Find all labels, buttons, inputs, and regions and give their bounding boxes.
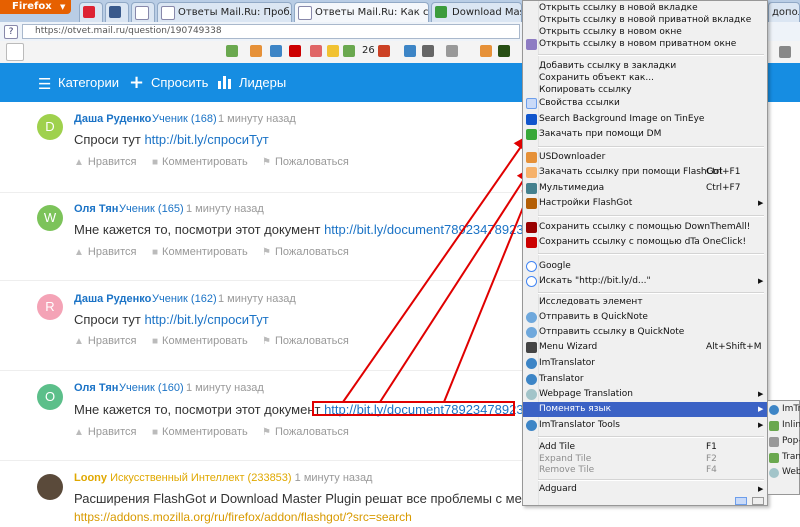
menu-webpage-translation[interactable]: Webpage Translation ▶ xyxy=(523,387,767,402)
menu-inspect-element[interactable]: Исследовать элемент xyxy=(523,295,767,310)
menu-multimedia[interactable]: Мультимедиа Ctrl+F7 xyxy=(523,181,767,196)
chevron-right-icon: ▶ xyxy=(758,277,764,285)
menu-translator[interactable]: Translator xyxy=(523,372,767,387)
properties-icon xyxy=(526,98,537,109)
menu-flashgot-settings[interactable]: Настройки FlashGot ▶ xyxy=(523,196,767,211)
menu-dta-oneclick[interactable]: Сохранить ссылку с помощью dTa OneClick! xyxy=(523,235,767,250)
search-icon xyxy=(526,276,537,287)
menu-separator xyxy=(538,215,764,217)
imtranslator-tools-icon xyxy=(526,420,537,431)
menu-menu-wizard[interactable]: Menu Wizard Alt+Shift+M xyxy=(523,340,767,355)
arrow-to-dm xyxy=(342,134,530,403)
chevron-right-icon: ▶ xyxy=(758,199,764,207)
menu-remove-tile: Remove Tile F4 xyxy=(539,465,717,475)
download-master-icon xyxy=(526,129,537,140)
menu-imtranslator-tools[interactable]: ImTranslator Tools ▶ xyxy=(523,418,767,433)
inline-icon xyxy=(769,421,779,431)
chevron-right-icon: ▶ xyxy=(758,405,764,413)
dta-oneclick-icon xyxy=(526,237,537,248)
multimedia-icon xyxy=(526,183,537,194)
menu-flashgot-link[interactable]: Закачать ссылку при помощи FlashGot Ctrl+… xyxy=(523,165,767,180)
menu-separator xyxy=(538,146,764,148)
private-window-icon xyxy=(526,39,537,50)
menu-send-link-quicknote[interactable]: Отправить ссылку в QuickNote xyxy=(523,325,767,340)
downthemall-icon xyxy=(526,222,537,233)
popup-icon xyxy=(769,437,779,447)
chevron-right-icon: ▶ xyxy=(758,421,764,429)
submenu-item[interactable]: Web xyxy=(768,465,800,480)
submenu-item[interactable]: Pop- xyxy=(768,434,800,449)
menu-layout-icon[interactable] xyxy=(735,497,747,505)
google-icon xyxy=(526,261,537,272)
submenu-item[interactable]: Inline xyxy=(768,418,800,433)
menu-layout-icon[interactable] xyxy=(752,497,764,505)
menu-link-properties[interactable]: Свойства ссылки xyxy=(523,96,767,111)
menu-adguard[interactable]: Adguard ▶ xyxy=(523,482,767,497)
menu-downthemall[interactable]: Сохранить ссылку с помощью DownThemAll! xyxy=(523,220,767,235)
menu-separator xyxy=(538,253,764,255)
menu-imtranslator[interactable]: ImTranslator xyxy=(523,356,767,371)
menu-google[interactable]: Google xyxy=(523,259,767,274)
submenu-item[interactable]: ImTr xyxy=(768,402,800,417)
menu-separator xyxy=(538,54,764,56)
menu-download-dm[interactable]: Закачать при помощи DM xyxy=(523,127,767,142)
chevron-right-icon: ▶ xyxy=(758,390,764,398)
quicknote-icon xyxy=(526,327,537,338)
imtranslator-icon xyxy=(526,358,537,369)
menu-separator xyxy=(538,479,764,481)
submenu-item[interactable]: Tran xyxy=(768,450,800,465)
webpage-translation-icon xyxy=(526,389,537,400)
usdownloader-icon xyxy=(526,152,537,163)
menu-send-quicknote[interactable]: Отправить в QuickNote xyxy=(523,310,767,325)
menu-open-private-window[interactable]: Открыть ссылку в новом приватном окне xyxy=(523,37,767,52)
menu-separator xyxy=(538,436,764,438)
menu-tineye[interactable]: Search Background Image on TinEye xyxy=(523,112,767,127)
menu-change-language[interactable]: Поменять язык ▶ xyxy=(523,402,767,417)
quicknote-icon xyxy=(526,312,537,323)
flashgot-settings-icon xyxy=(526,198,537,209)
menu-wizard-icon xyxy=(526,342,537,353)
menu-search-selection[interactable]: Искать "http://bit.ly/d..." ▶ xyxy=(523,274,767,289)
web-icon xyxy=(769,468,779,478)
translator-icon xyxy=(526,374,537,385)
arrow-to-usdownloader xyxy=(443,179,536,403)
imtranslator-icon xyxy=(769,405,779,415)
tineye-icon xyxy=(526,114,537,125)
menu-separator xyxy=(538,292,764,294)
flashgot-icon xyxy=(526,167,537,178)
menu-usdownloader[interactable]: USDownloader xyxy=(523,150,767,165)
arrow-to-flashgot xyxy=(379,166,533,403)
chevron-right-icon: ▶ xyxy=(758,485,764,493)
translate-icon xyxy=(769,453,779,463)
